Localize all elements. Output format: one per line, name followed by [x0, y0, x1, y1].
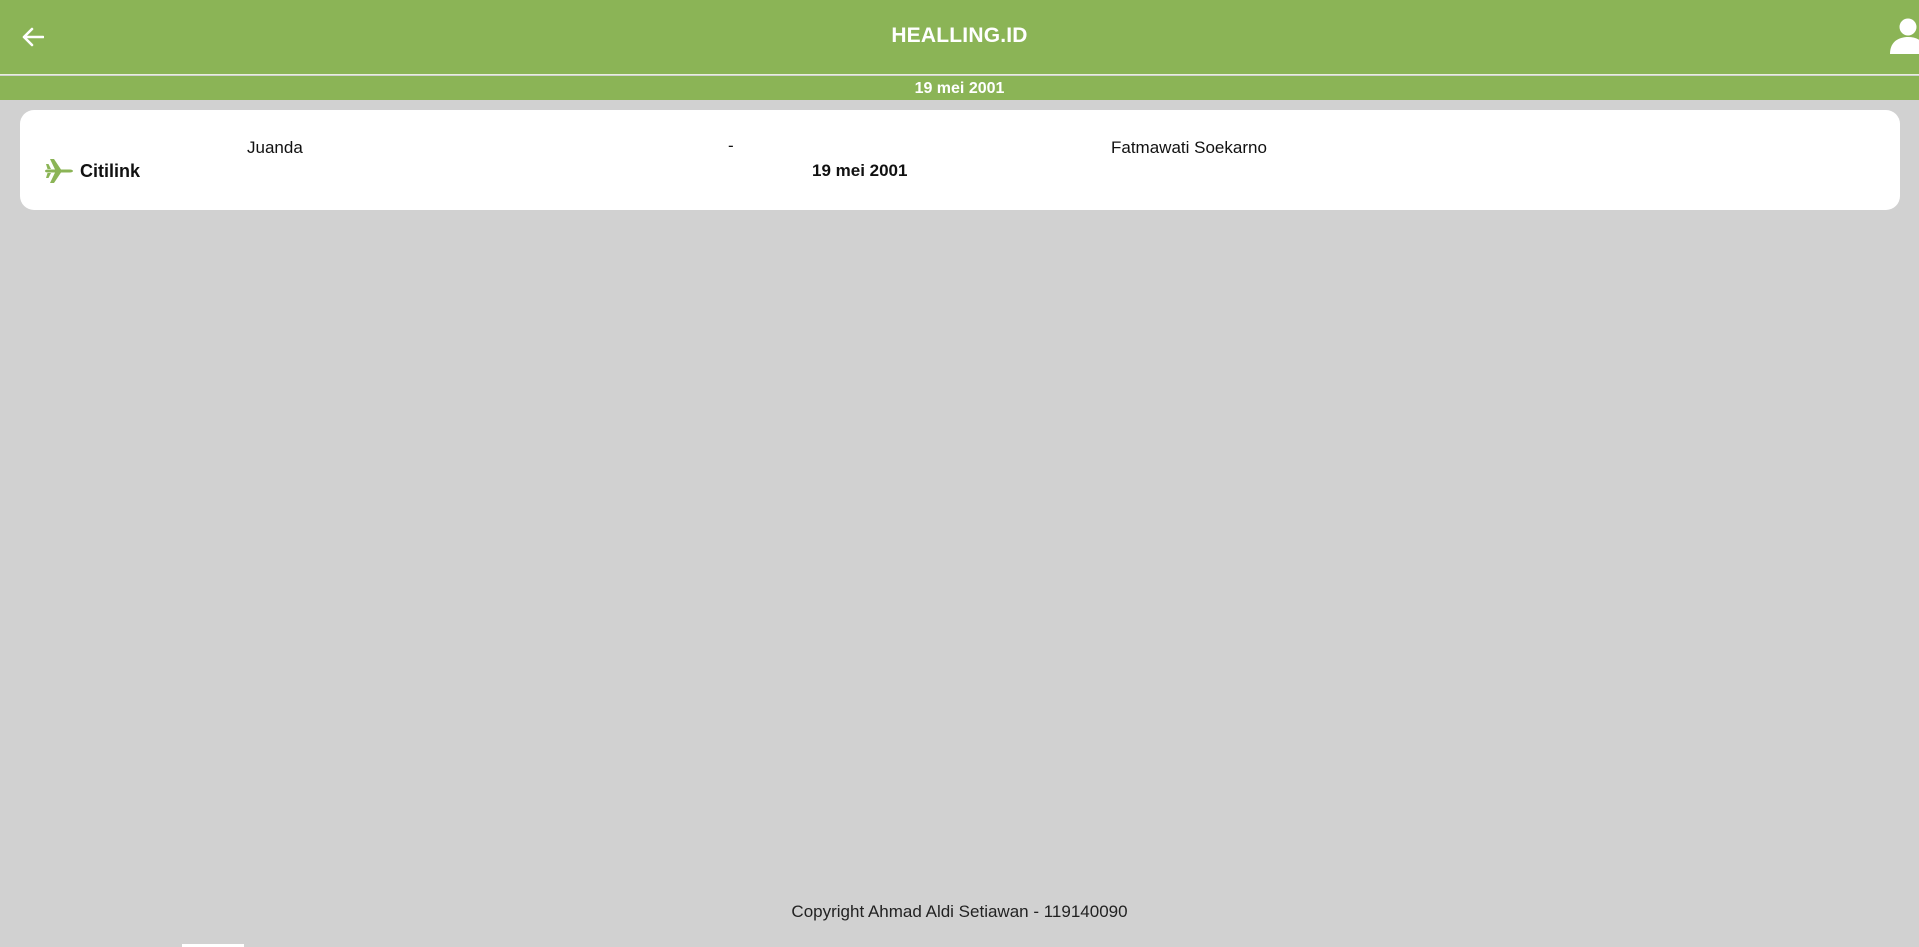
origin-airport: Juanda	[247, 138, 303, 157]
destination-airport: Fatmawati Soekarno	[1111, 138, 1267, 157]
app-root: HEALLING.ID 19 mei 2001 Citilink Juanda …	[0, 0, 1919, 947]
flight-card[interactable]: Citilink Juanda - Fatmawati Soekarno 19 …	[20, 110, 1900, 210]
route-separator: -	[728, 136, 734, 155]
date-banner: 19 mei 2001	[0, 76, 1919, 100]
top-navbar: HEALLING.ID	[0, 0, 1919, 75]
flight-date: 19 mei 2001	[812, 161, 908, 180]
airline-name: Citilink	[80, 160, 141, 181]
airline-info: Citilink	[44, 158, 140, 184]
user-icon	[1890, 18, 1919, 54]
user-profile-button[interactable]	[1886, 18, 1919, 54]
brand-title[interactable]: HEALLING.ID	[0, 24, 1919, 48]
footer-copyright: Copyright Ahmad Aldi Setiawan - 11914009…	[791, 902, 1128, 921]
plane-icon	[45, 159, 73, 183]
